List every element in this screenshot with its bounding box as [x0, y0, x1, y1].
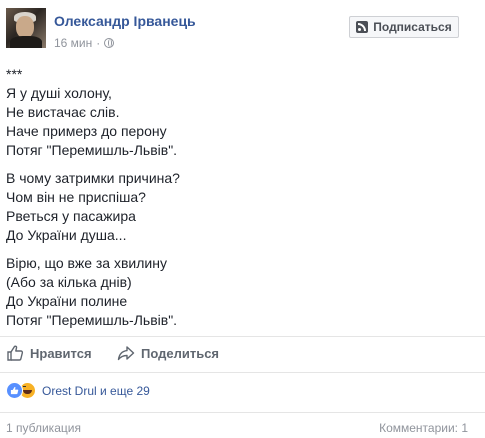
- globe-icon[interactable]: [104, 38, 115, 48]
- poem-line: Рветься у пасажира: [6, 208, 136, 224]
- poem-line: Я у душі холону,: [6, 85, 112, 101]
- reactions-summary[interactable]: Orest Drul и еще 29: [6, 382, 150, 399]
- reactions-divider: [0, 372, 485, 373]
- poem-line: Чом він не приспіша?: [6, 189, 146, 205]
- thumbs-up-icon: [7, 345, 24, 361]
- poem-line: ***: [6, 66, 23, 82]
- avatar-shirt: [10, 36, 42, 48]
- poem-line: Потяг "Перемишль-Львів".: [6, 142, 178, 158]
- poem-line: Наче примерз до перону: [6, 123, 167, 139]
- post-text: *** Я у душі холону, Не вистачає слів. Н…: [6, 65, 476, 339]
- author-name[interactable]: Олександр Ірванець: [54, 13, 196, 29]
- poem-line: В чому затримки причина?: [6, 170, 180, 186]
- share-arrow-icon: [117, 346, 135, 361]
- subscribe-button[interactable]: Подписаться: [349, 16, 459, 38]
- post-card: Олександр Ірванець 16 мин · Подписаться …: [0, 0, 485, 438]
- poem-stanza: Вірю, що вже за хвилину (Або за кілька д…: [6, 254, 476, 330]
- like-thumb-glyph: [10, 386, 19, 395]
- share-button[interactable]: Поделиться: [117, 344, 219, 362]
- poem-line: До України полине: [6, 293, 128, 309]
- like-icon: [6, 382, 23, 399]
- comments-count[interactable]: Комментарии: 1: [379, 421, 468, 435]
- like-label: Нравится: [30, 345, 92, 361]
- share-label: Поделиться: [141, 345, 220, 361]
- reaction-count-text[interactable]: Orest Drul и еще 29: [42, 384, 150, 398]
- poem-line: Потяг "Перемишль-Львів".: [6, 312, 178, 328]
- rss-icon: [356, 21, 369, 33]
- like-button[interactable]: Нравится: [6, 344, 92, 362]
- poem-line: Вірю, що вже за хвилину: [6, 255, 167, 271]
- footer-divider: [0, 412, 485, 413]
- poem-line: До України душа...: [6, 227, 127, 243]
- subscribe-label: Подписаться: [373, 20, 452, 34]
- poem-stanza: В чому затримки причина? Чом він не прис…: [6, 169, 476, 245]
- avatar-face: [16, 16, 34, 38]
- poem-line: (Або за кілька днів): [6, 274, 132, 290]
- post-meta: 16 мин ·: [54, 36, 115, 50]
- author-avatar[interactable]: [6, 8, 46, 48]
- poem-line: Не вистачає слів.: [6, 104, 120, 120]
- shares-count[interactable]: 1 публикация: [6, 421, 81, 435]
- actions-top-divider: [0, 336, 485, 337]
- post-time[interactable]: 16 мин: [54, 36, 92, 50]
- meta-separator: ·: [96, 36, 101, 50]
- poem-stanza: *** Я у душі холону, Не вистачає слів. Н…: [6, 65, 476, 160]
- action-bar: Нравится Поделиться: [0, 338, 485, 370]
